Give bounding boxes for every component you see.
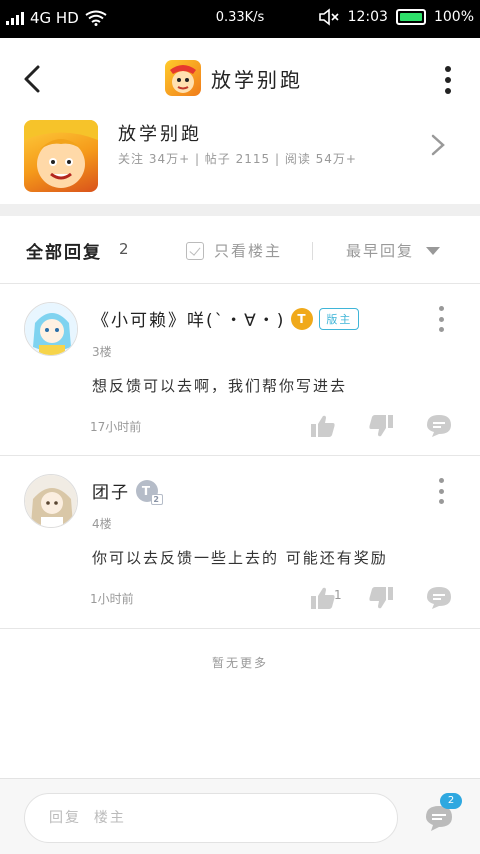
comment-more-icon[interactable] xyxy=(438,478,444,504)
back-arrow-icon[interactable] xyxy=(18,64,48,94)
status-right: 12:03 100% xyxy=(318,8,474,26)
battery-icon xyxy=(395,9,426,25)
reply-input[interactable] xyxy=(24,793,398,843)
forum-name: 放学别跑 xyxy=(118,124,202,145)
status-bar: 4G HD 0.33K/s 12:03 100% xyxy=(0,0,480,38)
header-forum-link[interactable]: 放学别跑 xyxy=(165,60,303,96)
comment-item: 《小可赖》咩(`・∀・) T 版主 3楼 想反馈可以去啊，我们帮你写进去 17小… xyxy=(0,284,480,456)
floor-number: 3楼 xyxy=(92,345,112,359)
dislike-button[interactable] xyxy=(366,414,396,438)
comment-author: 《小可赖》咩(`・∀・) T 版主 xyxy=(92,306,360,331)
no-more-label: 暂无更多 xyxy=(211,656,268,670)
caret-down-icon xyxy=(426,246,441,255)
forum-avatar xyxy=(24,120,98,192)
thumbs-up-icon xyxy=(311,415,335,437)
thumbs-up-icon xyxy=(311,587,335,609)
section-divider xyxy=(0,204,480,216)
avatar[interactable] xyxy=(24,302,78,356)
replies-count: 2 xyxy=(119,240,129,258)
level-badge: T 2 xyxy=(136,479,163,505)
replies-title: 全部回复 xyxy=(26,243,102,263)
toolbar-divider xyxy=(312,242,313,260)
game-logo-icon xyxy=(165,60,201,96)
level-badge: T xyxy=(291,307,314,330)
forum-card[interactable]: 放学别跑 关注 34万+ | 帖子 2115 | 阅读 54万+ xyxy=(0,108,480,204)
replies-toolbar: 全部回复 2 只看楼主 最早回复 xyxy=(0,216,480,284)
dislike-button[interactable] xyxy=(366,586,396,610)
comment-author: 团子 T 2 xyxy=(92,478,163,505)
comment-time: 17小时前 xyxy=(90,420,142,434)
like-count: 1 xyxy=(334,588,342,602)
comment-actions: 1 xyxy=(308,586,454,610)
thumbs-down-icon xyxy=(369,587,393,609)
comment-more-icon[interactable] xyxy=(438,306,444,332)
clock: 12:03 xyxy=(347,9,388,25)
page-title: 放学别跑 xyxy=(211,67,303,92)
comment-bubble-icon xyxy=(427,587,451,609)
moderator-badge: 版主 xyxy=(319,307,360,330)
comment-bubble-icon xyxy=(427,415,451,437)
battery-level: 100% xyxy=(433,9,474,25)
mute-icon xyxy=(318,8,339,26)
only-op-toggle[interactable]: 只看楼主 xyxy=(186,240,282,261)
comment-time: 1小时前 xyxy=(90,592,134,606)
bottom-reply-bar: 2 xyxy=(0,778,480,854)
thumbs-down-icon xyxy=(369,415,393,437)
more-options-icon[interactable] xyxy=(444,66,452,94)
author-name[interactable]: 团子 xyxy=(92,478,130,503)
floor-number: 4楼 xyxy=(92,517,112,531)
comment-actions xyxy=(308,414,454,438)
like-button[interactable] xyxy=(308,414,338,438)
author-name[interactable]: 《小可赖》咩(`・∀・) xyxy=(92,306,285,331)
level-badge-number: 2 xyxy=(151,493,163,505)
only-op-label: 只看楼主 xyxy=(214,242,283,260)
comment-item: 团子 T 2 4楼 你可以去反馈一些上去的 可能还有奖励 1小时前 1 xyxy=(0,456,480,629)
like-button[interactable]: 1 xyxy=(308,586,342,610)
comment-text: 想反馈可以去啊，我们帮你写进去 xyxy=(92,377,348,395)
sort-label: 最早回复 xyxy=(346,242,415,260)
chevron-right-icon xyxy=(431,134,445,156)
forum-stats: 关注 34万+ | 帖子 2115 | 阅读 54万+ xyxy=(118,152,357,166)
checkbox-icon[interactable] xyxy=(186,241,204,260)
reply-button[interactable] xyxy=(424,586,454,610)
sort-dropdown[interactable]: 最早回复 xyxy=(346,240,441,261)
comment-text: 你可以去反馈一些上去的 可能还有奖励 xyxy=(92,549,388,567)
message-count-badge: 2 xyxy=(440,793,462,809)
reply-button[interactable] xyxy=(424,414,454,438)
avatar[interactable] xyxy=(24,474,78,528)
